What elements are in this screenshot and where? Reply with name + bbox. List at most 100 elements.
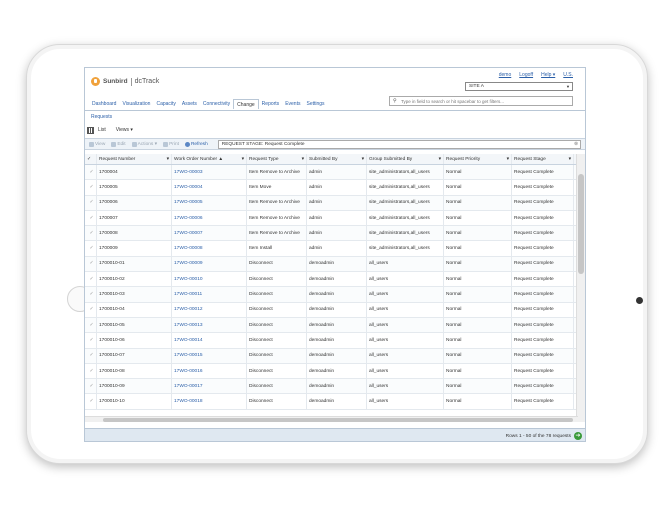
col-group-submitted-by[interactable]: Group Submitted By ▾ bbox=[367, 154, 444, 164]
work-order-cell[interactable]: 17WO-00009 bbox=[172, 256, 247, 272]
row-checkbox[interactable]: ✓ bbox=[85, 394, 97, 409]
print-button[interactable]: Print bbox=[163, 141, 179, 147]
row-checkbox[interactable]: ✓ bbox=[85, 210, 97, 226]
work-order-cell[interactable]: 17WO-00017 bbox=[172, 379, 247, 394]
view-button[interactable]: View bbox=[89, 141, 105, 147]
table-row[interactable]: ✓ 1700010-09 17WO-00017 Disconnect demoadmin… bbox=[85, 379, 585, 395]
row-checkbox[interactable]: ✓ bbox=[85, 363, 97, 379]
work-order-cell[interactable]: 17WO-00010 bbox=[172, 272, 247, 287]
group-cell: all_users bbox=[367, 287, 444, 302]
tab-change[interactable]: Change bbox=[233, 99, 259, 109]
row-checkbox[interactable]: ✓ bbox=[85, 256, 97, 272]
vertical-scrollbar[interactable] bbox=[576, 154, 585, 422]
col-request-number[interactable]: Request Number ▾ bbox=[97, 154, 172, 164]
group-cell: site_administrators,all_users bbox=[367, 241, 444, 256]
group-cell: all_users bbox=[367, 302, 444, 317]
row-checkbox[interactable]: ✓ bbox=[85, 226, 97, 241]
list-view-icon[interactable] bbox=[87, 126, 94, 134]
tab-assets[interactable]: Assets bbox=[179, 99, 200, 109]
work-order-cell[interactable]: 17WO-00007 bbox=[172, 226, 247, 241]
logoff-link[interactable]: Logoff bbox=[519, 72, 533, 78]
submitted-by-cell: demoadmin bbox=[307, 348, 367, 363]
app-screen: Sunbird dcTrack demo Logoff Help ▾ U.S. … bbox=[84, 67, 586, 442]
work-order-cell[interactable]: 17WO-00006 bbox=[172, 210, 247, 226]
tab-events[interactable]: Events bbox=[282, 99, 303, 109]
tab-settings[interactable]: Settings bbox=[303, 99, 327, 109]
search-input[interactable]: ⚲ Type in field to search or hit spaceba… bbox=[389, 96, 573, 106]
priority-cell: Normal bbox=[444, 241, 512, 256]
col-request-stage[interactable]: Request Stage ▾ bbox=[512, 154, 574, 164]
table-row[interactable]: ✓ 1700008 17WO-00007 Item Remove to Archive… bbox=[85, 226, 585, 242]
work-order-cell[interactable]: 17WO-00004 bbox=[172, 180, 247, 195]
table-row[interactable]: ✓ 1700010-01 17WO-00009 Disconnect demoadmin… bbox=[85, 256, 585, 273]
row-checkbox[interactable]: ✓ bbox=[85, 302, 97, 317]
table-row[interactable]: ✓ 1700010-04 17WO-00012 Disconnect demoadmin… bbox=[85, 302, 585, 318]
table-row[interactable]: ✓ 1700005 17WO-00004 Item Move admin site_adm… bbox=[85, 180, 585, 196]
work-order-cell[interactable]: 17WO-00011 bbox=[172, 287, 247, 302]
work-order-cell[interactable]: 17WO-00005 bbox=[172, 195, 247, 210]
stage-cell: Request Complete bbox=[512, 302, 574, 317]
select-all-checkbox[interactable]: ✓ bbox=[85, 154, 97, 164]
col-request-priority[interactable]: Request Priority ▾ bbox=[444, 154, 512, 164]
tab-capacity[interactable]: Capacity bbox=[153, 99, 178, 109]
group-cell: site_administrators,all_users bbox=[367, 180, 444, 195]
table-row[interactable]: ✓ 1700007 17WO-00006 Item Remove to Archive… bbox=[85, 210, 585, 227]
arrow-right-icon[interactable]: ➔ bbox=[574, 432, 582, 440]
refresh-button[interactable]: Refresh bbox=[184, 141, 208, 147]
views-menu[interactable]: Views ▾ bbox=[116, 127, 133, 133]
table-row[interactable]: ✓ 1700009 17WO-00008 Item Install admin site_… bbox=[85, 241, 585, 257]
horizontal-scrollbar[interactable] bbox=[85, 416, 578, 422]
col-request-type[interactable]: Request Type ▾ bbox=[247, 154, 307, 164]
col-work-order-number[interactable]: Work Order Number ▲ ▾ bbox=[172, 154, 247, 164]
row-checkbox[interactable]: ✓ bbox=[85, 348, 97, 363]
row-checkbox[interactable]: ✓ bbox=[85, 317, 97, 333]
horizontal-scroll-thumb[interactable] bbox=[103, 418, 573, 422]
actions-button[interactable]: Actions ▾ bbox=[131, 141, 157, 147]
list-label[interactable]: List bbox=[98, 127, 106, 133]
row-checkbox[interactable]: ✓ bbox=[85, 195, 97, 210]
work-order-cell[interactable]: 17WO-00003 bbox=[172, 165, 247, 180]
table-row[interactable]: ✓ 1700010-03 17WO-00011 Disconnect demoadmin… bbox=[85, 287, 585, 303]
tab-connectivity[interactable]: Connectivity bbox=[200, 99, 233, 109]
row-checkbox[interactable]: ✓ bbox=[85, 287, 97, 302]
subnav-requests[interactable]: Requests bbox=[91, 114, 112, 120]
row-checkbox[interactable]: ✓ bbox=[85, 272, 97, 287]
col-submitted-by[interactable]: Submitted By ▾ bbox=[307, 154, 367, 164]
work-order-cell[interactable]: 17WO-00014 bbox=[172, 333, 247, 348]
clear-filter-icon[interactable]: ⊗ bbox=[574, 141, 578, 149]
table-row[interactable]: ✓ 1700010-10 17WO-00018 Disconnect demoadmin… bbox=[85, 394, 585, 410]
row-checkbox[interactable]: ✓ bbox=[85, 379, 97, 394]
table-row[interactable]: ✓ 1700010-02 17WO-00010 Disconnect demoadmin… bbox=[85, 272, 585, 288]
table-row[interactable]: ✓ 1700006 17WO-00005 Item Remove to Archive… bbox=[85, 195, 585, 211]
row-checkbox[interactable]: ✓ bbox=[85, 241, 97, 256]
work-order-cell[interactable]: 17WO-00015 bbox=[172, 348, 247, 363]
row-checkbox[interactable]: ✓ bbox=[85, 165, 97, 180]
row-checkbox[interactable]: ✓ bbox=[85, 333, 97, 348]
group-cell: all_users bbox=[367, 348, 444, 363]
table-row[interactable]: ✓ 1700010-05 17WO-00013 Disconnect demoadmin… bbox=[85, 317, 585, 334]
table-row[interactable]: ✓ 1700010-07 17WO-00015 Disconnect demoadmin… bbox=[85, 348, 585, 364]
edit-button[interactable]: Edit bbox=[111, 141, 126, 147]
filter-input[interactable]: REQUEST STAGE: Request Complete ⊗ bbox=[217, 139, 581, 149]
work-order-cell[interactable]: 17WO-00012 bbox=[172, 302, 247, 317]
tab-reports[interactable]: Reports bbox=[259, 99, 283, 109]
site-select[interactable]: SITE A ▼ bbox=[465, 82, 573, 91]
vertical-scroll-thumb[interactable] bbox=[578, 174, 584, 274]
stage-cell: Request Complete bbox=[512, 317, 574, 333]
tab-dashboard[interactable]: Dashboard bbox=[89, 99, 119, 109]
table-row[interactable]: ✓ 1700010-08 17WO-00016 Disconnect demoadmin… bbox=[85, 363, 585, 380]
work-order-cell[interactable]: 17WO-00008 bbox=[172, 241, 247, 256]
group-cell: all_users bbox=[367, 256, 444, 272]
row-checkbox[interactable]: ✓ bbox=[85, 180, 97, 195]
table-row[interactable]: ✓ 1700004 17WO-00003 Item Remove to Archive… bbox=[85, 165, 585, 181]
user-link[interactable]: demo bbox=[499, 72, 512, 78]
work-order-cell[interactable]: 17WO-00018 bbox=[172, 394, 247, 409]
tab-visualization[interactable]: Visualization bbox=[119, 99, 153, 109]
work-order-cell[interactable]: 17WO-00013 bbox=[172, 317, 247, 333]
locale-link[interactable]: U.S. bbox=[563, 72, 573, 78]
stage-cell: Request Complete bbox=[512, 394, 574, 409]
work-order-cell[interactable]: 17WO-00016 bbox=[172, 363, 247, 379]
table-row[interactable]: ✓ 1700010-06 17WO-00014 Disconnect demoadmin… bbox=[85, 333, 585, 349]
help-link[interactable]: Help ▾ bbox=[541, 72, 555, 78]
request-type-cell: Item Install bbox=[247, 241, 307, 256]
